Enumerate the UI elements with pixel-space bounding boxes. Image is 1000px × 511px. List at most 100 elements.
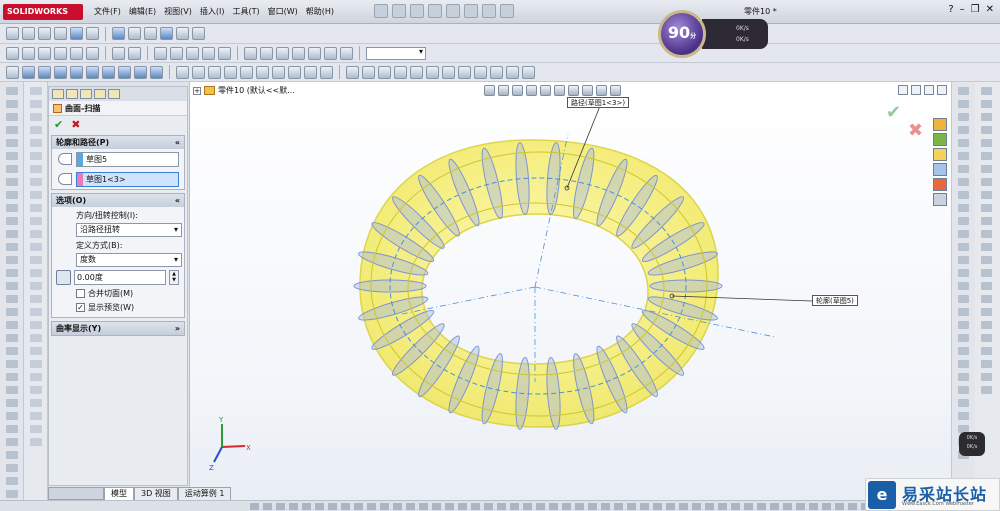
tool-icon[interactable] (30, 308, 42, 316)
fill-surface-icon[interactable] (86, 65, 99, 79)
tool-icon[interactable] (958, 100, 969, 108)
curve-icon[interactable] (276, 46, 289, 60)
menu-window[interactable]: 窗口(W) (268, 6, 298, 17)
network-speed-widget[interactable]: 0K/s 0K/s 90分 (658, 10, 768, 58)
tool-icon[interactable] (627, 502, 636, 510)
profile-callout[interactable]: 轮廓(草图5) (812, 295, 858, 306)
save-file-icon[interactable] (38, 46, 51, 60)
tool-icon[interactable] (6, 295, 18, 303)
tool-icon[interactable] (6, 230, 18, 238)
polygon-icon[interactable] (442, 65, 455, 79)
tool-icon[interactable] (822, 502, 831, 510)
sweep-surface-icon[interactable] (38, 65, 51, 79)
tool-icon[interactable] (981, 347, 992, 355)
dimension-icon[interactable] (506, 65, 519, 79)
configuration-manager-tab-icon[interactable] (80, 89, 92, 99)
knit-surface-icon[interactable] (208, 65, 221, 79)
tool-icon[interactable] (958, 165, 969, 173)
tool-icon[interactable] (6, 269, 18, 277)
open-file-icon[interactable] (22, 46, 35, 60)
maximize-button[interactable]: ❐ (971, 4, 980, 15)
tool-icon[interactable] (958, 204, 969, 212)
tool-icon[interactable] (276, 502, 285, 510)
tool-icon[interactable] (6, 334, 18, 342)
boundary-surface-icon[interactable] (70, 65, 83, 79)
tool-icon[interactable] (30, 438, 42, 446)
tool-icon[interactable] (6, 165, 18, 173)
tool-icon[interactable] (981, 243, 992, 251)
tool-icon[interactable] (958, 178, 969, 186)
tool-icon[interactable] (958, 217, 969, 225)
tool-icon[interactable] (981, 165, 992, 173)
tool-icon[interactable] (601, 502, 610, 510)
tool-icon[interactable] (588, 502, 597, 510)
tool-icon[interactable] (958, 87, 969, 95)
tool-icon[interactable] (958, 347, 969, 355)
menu-tools[interactable]: 工具(T) (232, 6, 259, 17)
fillet-icon[interactable] (240, 65, 253, 79)
property-manager-tab-icon[interactable] (66, 89, 78, 99)
expand-icon[interactable]: » (175, 324, 180, 333)
mid-surface-icon[interactable] (304, 65, 317, 79)
loft-surface-icon[interactable] (54, 65, 67, 79)
tool-icon[interactable] (757, 502, 766, 510)
ok-button[interactable]: ✔ (54, 118, 63, 131)
tool-icon[interactable] (666, 502, 675, 510)
menu-view[interactable]: 视图(V) (164, 6, 192, 17)
tool-icon[interactable] (6, 412, 18, 420)
collapse-icon[interactable]: « (175, 138, 180, 147)
tool-icon[interactable] (471, 502, 480, 510)
tool-icon[interactable] (958, 243, 969, 251)
menu-edit[interactable]: 编辑(E) (129, 6, 156, 17)
zoom-icon[interactable] (22, 27, 35, 40)
tool-icon[interactable] (30, 295, 42, 303)
tool-icon[interactable] (958, 269, 969, 277)
rebuild-model-icon[interactable] (128, 46, 141, 60)
tool-icon[interactable] (6, 347, 18, 355)
tool-icon[interactable] (30, 425, 42, 433)
tool-icon[interactable] (981, 334, 992, 342)
tool-icon[interactable] (536, 502, 545, 510)
tool-icon[interactable] (6, 282, 18, 290)
tool-icon[interactable] (432, 502, 441, 510)
cut-icon[interactable] (70, 46, 83, 60)
tool-icon[interactable] (575, 502, 584, 510)
tool-icon[interactable] (958, 152, 969, 160)
tool-icon[interactable] (30, 243, 42, 251)
select-icon[interactable] (464, 4, 478, 18)
tool-icon[interactable] (981, 100, 992, 108)
design-library-tab-icon[interactable] (933, 133, 947, 146)
tool-icon[interactable] (30, 321, 42, 329)
lines-icon[interactable] (202, 46, 215, 60)
tool-icon[interactable] (6, 113, 18, 121)
tool-icon[interactable] (354, 502, 363, 510)
tool-icon[interactable] (981, 87, 992, 95)
sketch-icon[interactable] (6, 27, 19, 40)
path-callout[interactable]: 路径(草图1<3>) (567, 97, 630, 108)
resources-tab-icon[interactable] (933, 118, 947, 131)
tool-icon[interactable] (744, 502, 753, 510)
trim-icon[interactable] (260, 46, 273, 60)
tool-icon[interactable] (809, 502, 818, 510)
close-button[interactable]: ✕ (986, 4, 994, 15)
tool-icon[interactable] (6, 451, 18, 459)
sweep-preview-model[interactable]: X Y Z (190, 82, 951, 500)
tool-icon[interactable] (30, 152, 42, 160)
tool-icon[interactable] (484, 502, 493, 510)
tool-icon[interactable] (981, 321, 992, 329)
tool-icon[interactable] (30, 412, 42, 420)
tool-icon[interactable] (981, 373, 992, 381)
tool-icon[interactable] (6, 100, 18, 108)
tool-icon[interactable] (497, 502, 506, 510)
tool-icon[interactable] (549, 502, 558, 510)
tool-icon[interactable] (958, 373, 969, 381)
view-orientation-icon[interactable] (70, 27, 83, 40)
tool-icon[interactable] (341, 502, 350, 510)
ellipse-icon[interactable] (426, 65, 439, 79)
tool-icon[interactable] (30, 191, 42, 199)
tool-icon[interactable] (981, 295, 992, 303)
coordinate-icon[interactable] (340, 46, 353, 60)
tool-icon[interactable] (981, 126, 992, 134)
cut-with-surface-icon[interactable] (320, 65, 333, 79)
tool-icon[interactable] (796, 502, 805, 510)
